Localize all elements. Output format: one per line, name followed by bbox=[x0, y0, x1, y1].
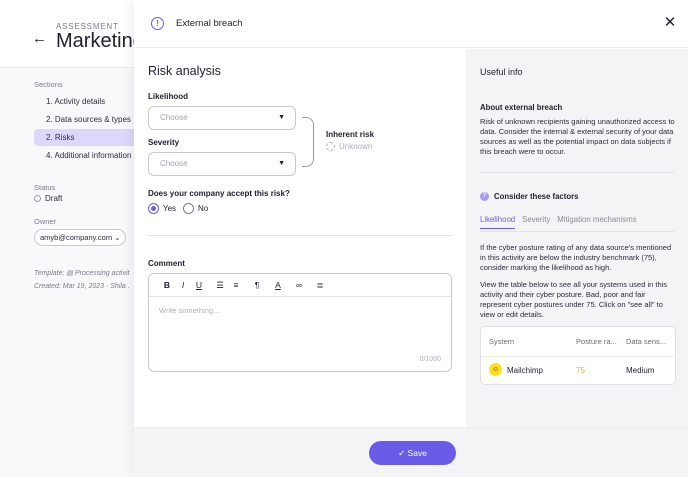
accept-risk-question: Does your company accept this risk? bbox=[148, 189, 290, 198]
section-divider bbox=[148, 235, 452, 236]
owner-label: Owner bbox=[34, 217, 57, 226]
drawer-title: External breach bbox=[176, 18, 243, 29]
underline-icon[interactable]: U bbox=[191, 277, 207, 293]
tab-likelihood[interactable]: Likelihood bbox=[480, 215, 516, 229]
bullet-list-icon[interactable]: ≡ bbox=[228, 277, 244, 293]
paragraph-icon[interactable]: ¶ bbox=[249, 277, 265, 293]
status-label: Status bbox=[34, 183, 56, 192]
status-text: Draft bbox=[45, 194, 63, 203]
align-icon[interactable]: ≣ bbox=[312, 277, 328, 293]
sections-label: Sections bbox=[34, 80, 63, 89]
save-button[interactable]: ✓ Save bbox=[369, 441, 456, 465]
ordered-list-icon[interactable]: ☰ bbox=[212, 277, 228, 293]
risk-drawer: ! External breach ✕ Risk analysis Likeli… bbox=[134, 0, 688, 477]
save-label: Save bbox=[407, 448, 427, 458]
editor-toolbar: B I U ☰ ≡ ¶ A ∞ ≣ bbox=[149, 274, 451, 297]
status-value: Draft bbox=[34, 194, 62, 203]
radio-no-label: No bbox=[198, 204, 209, 213]
about-title: About external breach bbox=[480, 103, 563, 112]
table-cell-posture: 75 bbox=[576, 366, 585, 375]
check-icon: ✓ bbox=[398, 448, 408, 458]
risk-analysis-panel: Risk analysis Likelihood Choose ▼ Severi… bbox=[134, 49, 466, 427]
link-icon[interactable]: ∞ bbox=[291, 277, 307, 293]
useful-info-panel: Useful info About external breach Risk o… bbox=[466, 49, 688, 427]
bold-icon[interactable]: B bbox=[159, 277, 175, 293]
about-text: Risk of unknown recipients gaining unaut… bbox=[480, 117, 675, 156]
text-color-icon[interactable]: A bbox=[270, 277, 286, 293]
caret-down-icon: ▼ bbox=[278, 114, 285, 121]
systems-table: System Posture ra... Data sens... ☺ Mail… bbox=[480, 326, 676, 385]
close-icon[interactable]: ✕ bbox=[661, 14, 679, 32]
consider-factors-title: ? Consider these factors bbox=[480, 192, 579, 201]
drawer-header: ! External breach ✕ bbox=[134, 0, 688, 48]
accept-yes-option[interactable]: Yes bbox=[148, 203, 176, 214]
risk-analysis-heading: Risk analysis bbox=[148, 64, 221, 78]
section-item-activity-details[interactable]: 1. Activity details bbox=[34, 93, 144, 110]
comment-label: Comment bbox=[148, 259, 185, 268]
section-item-risks[interactable]: 2. Risks bbox=[34, 129, 144, 146]
chevron-down-icon: ⌄ bbox=[114, 233, 121, 242]
useful-info-heading: Useful info bbox=[480, 67, 523, 77]
drawer-footer: ✓ Save bbox=[134, 427, 688, 477]
owner-value: amyb@company.com bbox=[40, 233, 113, 242]
character-counter: 0/1000 bbox=[419, 356, 441, 363]
factor-paragraph-2: View the table below to see all your sys… bbox=[480, 280, 668, 319]
italic-icon[interactable]: I bbox=[175, 277, 191, 293]
back-arrow-icon[interactable]: ← bbox=[32, 30, 47, 47]
tab-severity[interactable]: Severity bbox=[522, 215, 550, 229]
table-header-sensitivity: Data sens... bbox=[626, 337, 667, 346]
accept-no-option[interactable]: No bbox=[183, 203, 208, 214]
inherent-risk-label: Inherent risk bbox=[326, 130, 375, 139]
owner-select[interactable]: amyb@company.com ⌄ bbox=[34, 229, 127, 246]
table-header-system: System bbox=[489, 337, 515, 346]
comment-editor[interactable]: B I U ☰ ≡ ¶ A ∞ ≣ Write something... 0/1… bbox=[148, 273, 452, 372]
table-header-line bbox=[481, 356, 675, 357]
caret-down-icon: ▼ bbox=[278, 160, 285, 167]
severity-select[interactable]: Choose ▼ bbox=[148, 152, 296, 176]
consider-text: Consider these factors bbox=[494, 192, 579, 201]
likelihood-select[interactable]: Choose ▼ bbox=[148, 106, 296, 130]
section-item-data-sources[interactable]: 2. Data sources & types bbox=[34, 111, 144, 128]
status-ring-icon bbox=[34, 195, 41, 202]
info-divider bbox=[480, 172, 674, 173]
radio-yes[interactable] bbox=[148, 203, 159, 214]
inherent-risk-text: Unknown bbox=[339, 142, 373, 151]
dashed-circle-icon bbox=[326, 142, 335, 151]
radio-yes-label: Yes bbox=[163, 204, 177, 213]
info-circle-icon: ! bbox=[151, 17, 164, 30]
table-cell-sensitivity: Medium bbox=[626, 366, 655, 375]
inherent-risk-value: Unknown bbox=[326, 142, 372, 151]
radio-no[interactable] bbox=[183, 203, 194, 214]
tab-mitigation[interactable]: Mitigation mechanisms bbox=[557, 215, 636, 229]
tabs-underline bbox=[480, 231, 674, 232]
mailchimp-logo-icon: ☺ bbox=[489, 363, 502, 376]
factor-paragraph-1: If the cyber posture rating of any data … bbox=[480, 243, 672, 272]
table-header-posture: Posture ra... bbox=[576, 337, 617, 346]
inherent-risk-bracket bbox=[302, 117, 314, 167]
factor-tabs: Likelihood Severity Mitigation mechanism… bbox=[480, 215, 637, 229]
template-meta: Template: ▤ Processing activit bbox=[34, 270, 130, 277]
likelihood-label: Likelihood bbox=[148, 92, 188, 101]
comment-placeholder: Write something... bbox=[159, 306, 220, 315]
bg-page-title: Marketing bbox=[56, 30, 144, 52]
question-circle-icon: ? bbox=[480, 192, 489, 201]
created-meta: Created: Mar 19, 2023 · Shila . bbox=[34, 283, 130, 290]
severity-label: Severity bbox=[148, 138, 180, 147]
table-cell-system[interactable]: Mailchimp bbox=[507, 366, 543, 375]
severity-placeholder: Choose bbox=[160, 159, 188, 168]
likelihood-placeholder: Choose bbox=[160, 113, 188, 122]
section-item-additional-info[interactable]: 4. Additional information bbox=[34, 147, 144, 164]
